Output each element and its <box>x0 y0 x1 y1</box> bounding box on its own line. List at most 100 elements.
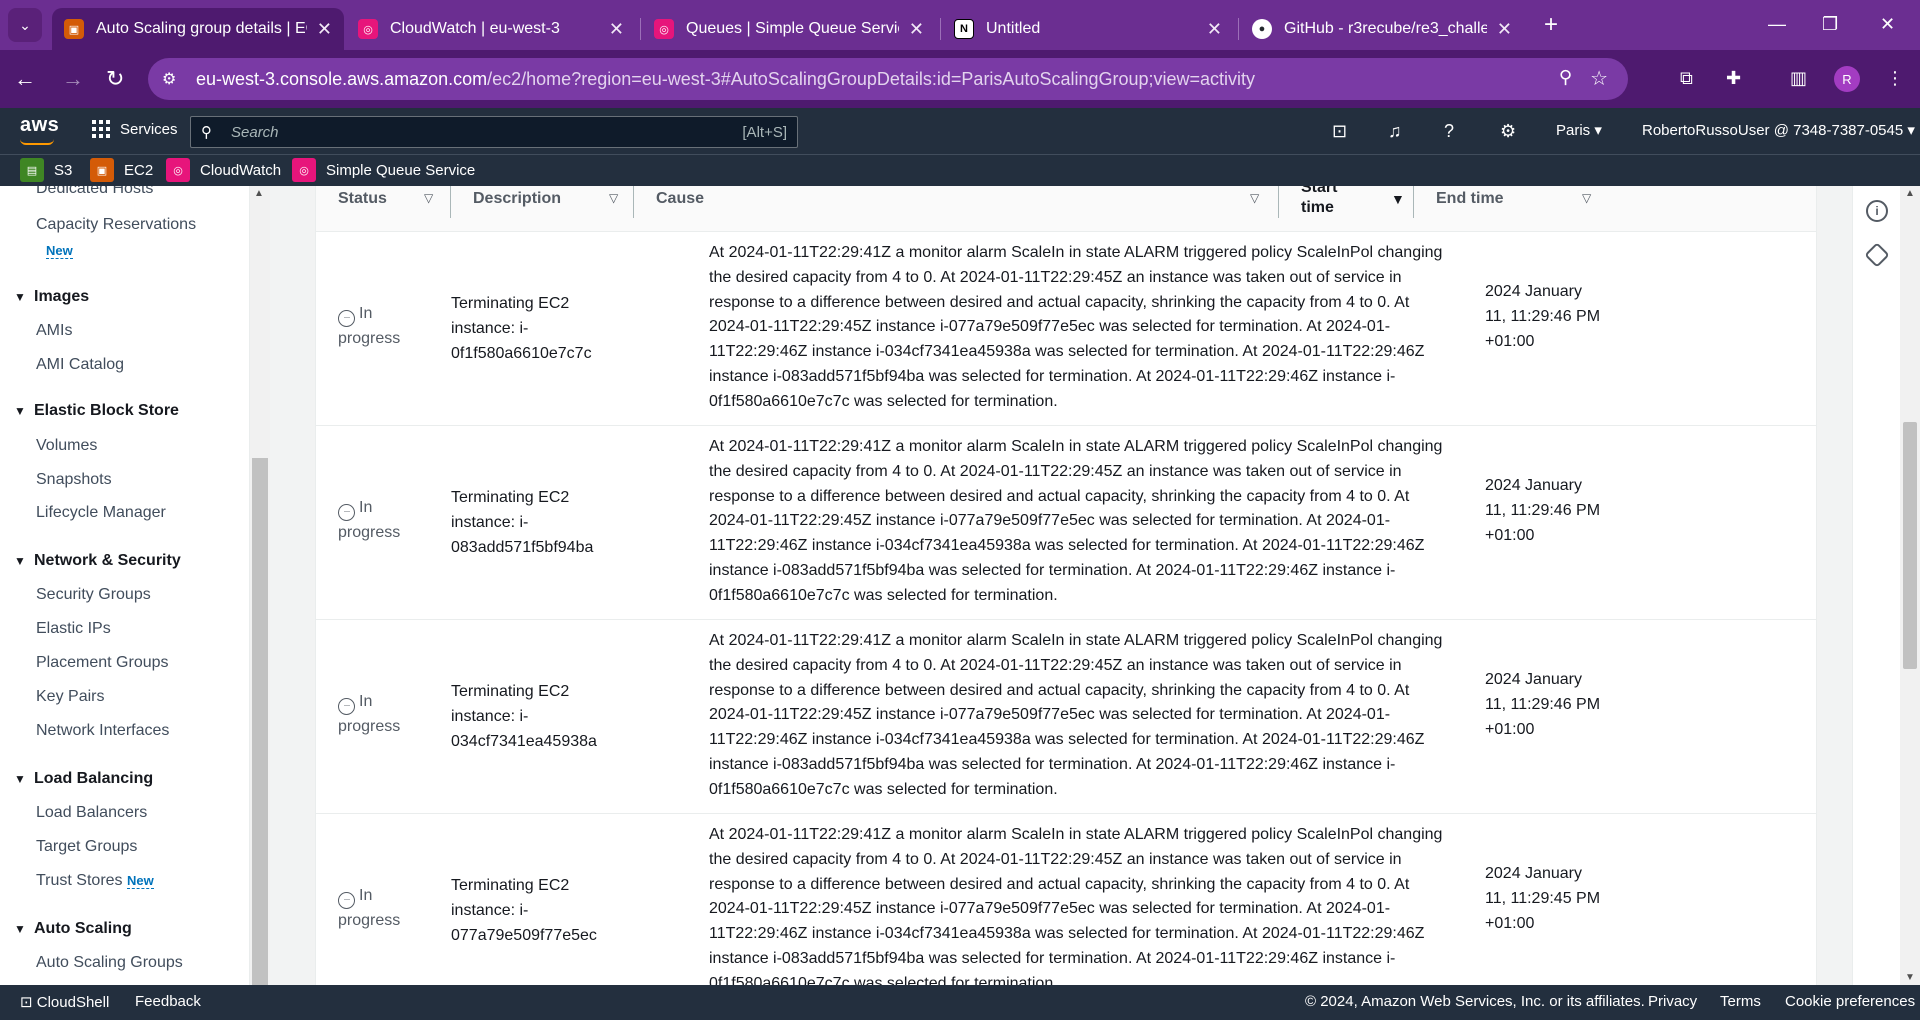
bookmark-star-icon[interactable]: ☆ <box>1590 66 1608 91</box>
sidebar-item-amis[interactable]: AMIs <box>36 322 72 340</box>
cause-cell: At 2024-01-11T22:29:41Z a monitor alarm … <box>709 244 1443 410</box>
page-scroll-thumb[interactable] <box>1903 422 1917 669</box>
address-bar[interactable]: ⚙ eu-west-3.console.aws.amazon.com/ec2/h… <box>148 58 1628 100</box>
favorite-ec2[interactable]: ▣ EC2 <box>90 158 153 182</box>
new-tab-button[interactable]: + <box>1544 10 1558 40</box>
sidebar-section-auto-scaling[interactable]: ▼ Auto Scaling <box>14 920 132 938</box>
url-text[interactable]: eu-west-3.console.aws.amazon.com/ec2/hom… <box>196 69 1255 90</box>
new-badge: New <box>46 243 73 259</box>
notifications-bell-icon[interactable]: ♫ <box>1388 120 1402 142</box>
close-icon[interactable]: ✕ <box>909 19 924 40</box>
favorite-label: Simple Queue Service <box>326 161 476 179</box>
privacy-link[interactable]: Privacy <box>1648 993 1697 1010</box>
sidebar-item-ami-catalog[interactable]: AMI Catalog <box>36 356 124 374</box>
url-domain: eu-west-3.console.aws.amazon.com <box>196 69 488 89</box>
scroll-up-icon[interactable]: ▲ <box>1905 188 1915 199</box>
sort-descending-icon[interactable]: ▼ <box>1391 191 1405 207</box>
reload-button[interactable]: ↻ <box>106 65 124 93</box>
close-icon[interactable]: ✕ <box>1497 19 1512 40</box>
info-icon[interactable]: i <box>1866 200 1888 222</box>
forward-button[interactable]: → <box>62 65 84 93</box>
zoom-icon[interactable]: ⚲ <box>1559 67 1572 88</box>
sidebar-section-load-balancing[interactable]: ▼ Load Balancing <box>14 770 153 788</box>
scroll-down-icon[interactable]: ▼ <box>1905 972 1915 983</box>
sidebar-section-elastic-block-store[interactable]: ▼ Elastic Block Store <box>14 402 179 420</box>
services-menu-button[interactable]: Services <box>92 120 178 138</box>
column-header-cause[interactable]: Cause ▽ <box>634 186 1279 232</box>
sidebar-item-trust-stores[interactable]: Trust Stores New <box>36 872 154 890</box>
extensions-icon[interactable]: ✚ <box>1726 65 1741 91</box>
tab-cloudwatch[interactable]: ◎ CloudWatch | eu-west-3 ✕ <box>346 8 636 50</box>
tab-separator <box>640 18 641 40</box>
minimize-button[interactable]: — <box>1768 10 1786 38</box>
browser-menu-icon[interactable]: ⋮ <box>1886 65 1904 91</box>
section-title: Images <box>34 288 90 305</box>
column-label: Start time <box>1301 186 1338 216</box>
restore-button[interactable]: ❐ <box>1822 10 1838 38</box>
aws-logo[interactable]: aws <box>20 114 59 137</box>
close-icon[interactable]: ✕ <box>609 19 624 40</box>
close-icon[interactable]: ✕ <box>317 19 332 40</box>
site-info-icon[interactable]: ⚙ <box>162 69 176 89</box>
favorite-s3[interactable]: ▤ S3 <box>20 158 72 182</box>
sqs-icon: ◎ <box>654 19 674 39</box>
window-close-button[interactable]: ✕ <box>1880 10 1895 38</box>
sidebar-item-key-pairs[interactable]: Key Pairs <box>36 688 104 706</box>
help-icon[interactable]: ? <box>1444 120 1454 142</box>
in-progress-icon: ··· <box>338 892 355 909</box>
sidebar-item-snapshots[interactable]: Snapshots <box>36 471 112 489</box>
region-selector[interactable]: Paris ▾ <box>1556 121 1602 139</box>
tab-notion[interactable]: N Untitled ✕ <box>942 8 1234 50</box>
column-header-description[interactable]: Description ▽ <box>451 186 634 232</box>
cloudwatch-icon: ◎ <box>358 19 378 39</box>
column-header-end-time[interactable]: End time ▽ <box>1414 186 1604 232</box>
chevron-down-icon: ⌄ <box>19 16 31 33</box>
page-scrollbar[interactable]: ▲ ▼ <box>1900 186 1920 985</box>
cookie-preferences-link[interactable]: Cookie preferences <box>1785 993 1915 1010</box>
account-menu[interactable]: RobertoRussoUser @ 7348-7387-0545 ▾ <box>1642 121 1915 139</box>
back-button[interactable]: ← <box>14 65 36 93</box>
sidebar-item-dedicated-hosts[interactable]: Dedicated Hosts <box>36 186 153 198</box>
profile-avatar[interactable]: R <box>1834 66 1860 92</box>
search-placeholder: Search <box>231 124 279 141</box>
sidebar-item-auto-scaling-groups[interactable]: Auto Scaling Groups <box>36 954 183 972</box>
screen-capture-icon[interactable]: ⧉ <box>1680 65 1693 91</box>
tab-title: CloudWatch | eu-west-3 <box>390 20 560 37</box>
sidebar-item-target-groups[interactable]: Target Groups <box>36 838 137 856</box>
search-input[interactable]: ⚲ Search [Alt+S] <box>190 116 798 148</box>
scroll-up-icon[interactable]: ▲ <box>254 188 264 199</box>
sidebar-item-capacity-reservations[interactable]: Capacity Reservations <box>36 216 196 234</box>
tab-search-button[interactable]: ⌄ <box>8 8 42 42</box>
column-header-status[interactable]: Status ▽ <box>316 186 451 232</box>
sort-icon[interactable]: ▽ <box>424 191 433 205</box>
sidebar-scroll-thumb[interactable] <box>252 458 268 985</box>
close-icon[interactable]: ✕ <box>1207 19 1222 40</box>
sidebar-section-network-security[interactable]: ▼ Network & Security <box>14 552 181 570</box>
favorite-cloudwatch[interactable]: ◎ CloudWatch <box>166 158 281 182</box>
sidebar-item-security-groups[interactable]: Security Groups <box>36 586 151 604</box>
tab-sqs[interactable]: ◎ Queues | Simple Queue Service ✕ <box>642 8 936 50</box>
cloudshell-button[interactable]: ⊡ CloudShell <box>20 993 109 1011</box>
browser-toolbar: ← → ↻ ⚙ eu-west-3.console.aws.amazon.com… <box>0 50 1920 108</box>
sidebar-section-images[interactable]: ▼ Images <box>14 288 89 306</box>
sort-icon[interactable]: ▽ <box>609 191 618 205</box>
settings-gear-icon[interactable]: ⚙ <box>1500 120 1516 142</box>
sort-icon[interactable]: ▽ <box>1582 191 1591 205</box>
sidebar-scrollbar[interactable]: ▲ <box>250 186 270 985</box>
sidebar-item-elastic-ips[interactable]: Elastic IPs <box>36 620 111 638</box>
sidebar-item-load-balancers[interactable]: Load Balancers <box>36 804 147 822</box>
feedback-link[interactable]: Feedback <box>135 993 201 1010</box>
column-header-start-time[interactable]: Start time ▼ <box>1279 186 1414 232</box>
sidebar-item-lifecycle-manager[interactable]: Lifecycle Manager <box>36 504 166 522</box>
tab-auto-scaling[interactable]: ▣ Auto Scaling group details | EC2 ✕ <box>52 8 344 50</box>
tab-github[interactable]: ● GitHub - r3recube/re3_challenge ✕ <box>1240 8 1524 50</box>
hexagon-settings-icon[interactable] <box>1864 242 1890 268</box>
favorite-sqs[interactable]: ◎ Simple Queue Service <box>292 158 475 182</box>
sidebar-item-volumes[interactable]: Volumes <box>36 437 97 455</box>
terms-link[interactable]: Terms <box>1720 993 1761 1010</box>
sidebar-item-placement-groups[interactable]: Placement Groups <box>36 654 169 672</box>
sidebar-item-network-interfaces[interactable]: Network Interfaces <box>36 722 169 740</box>
sort-icon[interactable]: ▽ <box>1250 191 1259 205</box>
side-panel-icon[interactable]: ▥ <box>1790 65 1807 91</box>
cloudshell-icon[interactable]: ⊡ <box>1332 120 1347 142</box>
